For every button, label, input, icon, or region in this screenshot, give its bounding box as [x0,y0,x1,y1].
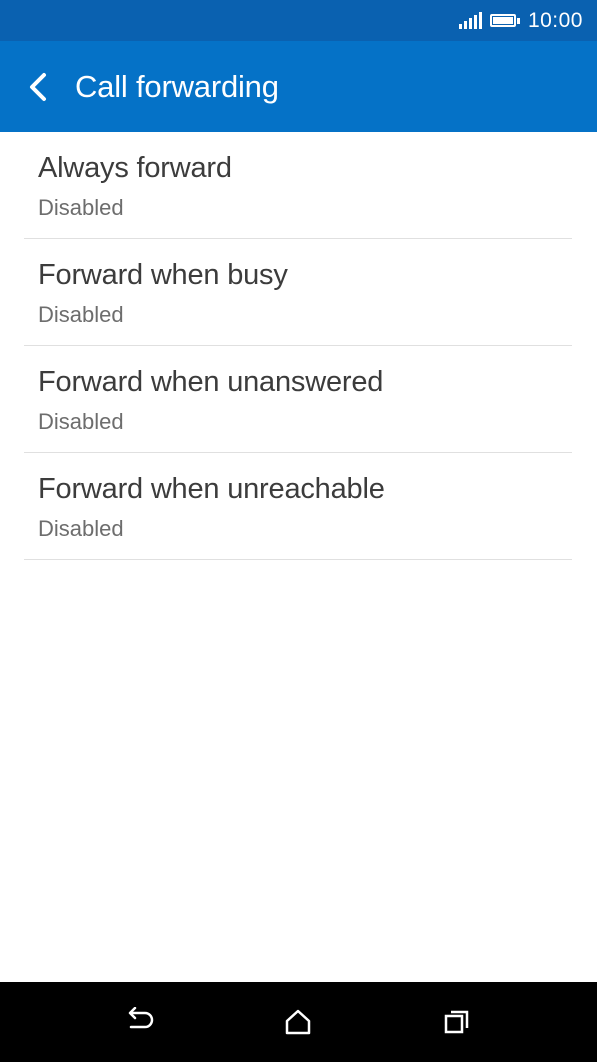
item-status: Disabled [38,195,124,220]
back-button[interactable] [14,63,62,111]
app-bar: Call forwarding [0,41,597,132]
call-forwarding-list: Always forward Disabled Forward when bus… [0,132,597,560]
item-title: Always forward [38,152,232,184]
item-title: Forward when unreachable [38,473,385,505]
item-title: Forward when unanswered [38,366,384,398]
list-item-forward-when-unanswered[interactable]: Forward when unanswered Disabled [0,346,597,453]
page-title: Call forwarding [75,68,279,104]
nav-recents-button[interactable] [433,998,481,1046]
signal-bars-icon [458,12,482,29]
item-title: Forward when busy [38,259,288,291]
item-status: Disabled [38,302,124,327]
navigation-bar [0,982,597,1062]
list-item-forward-when-busy[interactable]: Forward when busy Disabled [0,239,597,346]
list-item-forward-when-unreachable[interactable]: Forward when unreachable Disabled [0,453,597,560]
list-item-always-forward[interactable]: Always forward Disabled [0,132,597,239]
chevron-left-icon [30,73,46,101]
nav-back-button[interactable] [115,998,163,1046]
status-indicators: 10:00 [458,0,583,41]
item-status: Disabled [38,409,124,434]
recents-icon [444,1010,469,1034]
battery-full-icon [489,14,520,27]
nav-home-button[interactable] [274,998,322,1046]
back-arrow-icon [128,1007,154,1029]
item-status: Disabled [38,516,124,541]
status-time: 10:00 [527,8,583,32]
status-bar: 10:00 [0,0,597,41]
divider [24,559,572,560]
home-icon [285,1009,311,1035]
